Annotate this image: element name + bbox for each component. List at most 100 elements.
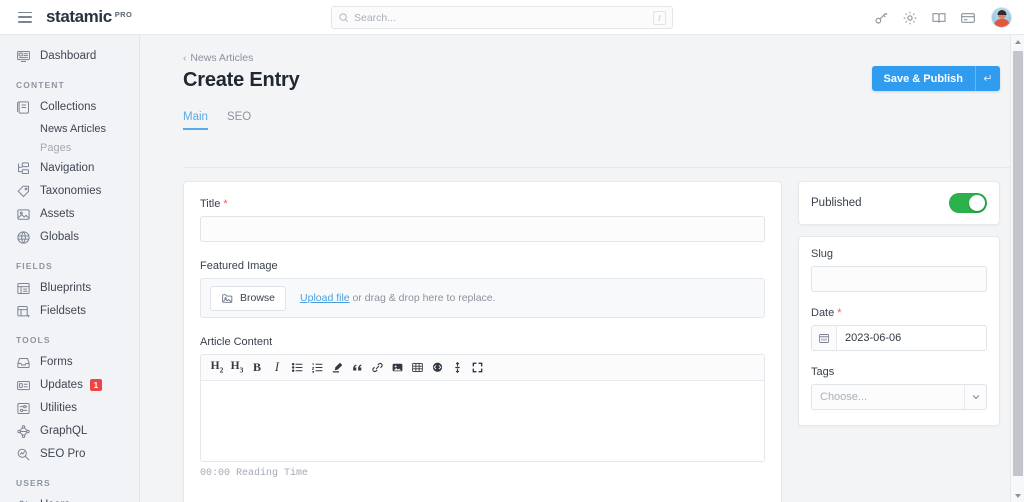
heading-3-button[interactable]: H3 [227,358,247,378]
search-input[interactable] [354,11,653,24]
blockquote-button[interactable] [347,358,367,378]
search-shortcut-key: / [653,10,666,25]
sidebar-item-updates[interactable]: Updates 1 [0,374,139,396]
sidebar: Dashboard CONTENT Collections News Artic… [0,35,140,502]
breadcrumb[interactable]: ‹ News Articles [183,52,253,64]
ordered-list-button[interactable] [307,358,327,378]
fullscreen-button[interactable] [467,358,487,378]
users-icon [19,500,28,502]
title-field-label: Title * [200,198,765,210]
sidebar-item-label: Updates [40,379,83,391]
hamburger-icon[interactable] [18,11,32,23]
sidebar-item-label: News Articles [40,122,107,135]
breadcrumb-label: News Articles [190,52,254,64]
italic-button[interactable]: I [267,358,287,378]
utilities-icon [17,402,30,414]
arrows-vertical-icon [454,361,460,374]
sidebar-item-users[interactable]: Users [0,494,139,502]
tab-bar: Main SEO [183,108,1024,130]
featured-image-label: Featured Image [200,260,765,272]
published-toggle[interactable] [949,193,987,213]
article-content-label: Article Content [200,336,765,348]
tab-seo[interactable]: SEO [227,111,251,130]
seo-icon [17,448,30,460]
entry-meta-card: Slug Date * 2023-06-06 Tags Choose... [798,236,1000,426]
bold-button[interactable]: B [247,358,267,378]
breadcrumb-back-icon: ‹ [183,52,187,64]
expand-icon [472,362,482,373]
sidebar-item-collections[interactable]: Collections [0,96,139,118]
quote-icon [352,364,362,371]
heading-2-button[interactable]: H2 [207,358,227,378]
graphql-icon [17,424,30,438]
image-button[interactable] [387,358,407,378]
slug-input[interactable] [811,266,987,292]
save-button-enter-icon[interactable]: ↵ [975,66,1000,91]
sidebar-item-globals[interactable]: Globals [0,226,139,248]
sidebar-item-utilities[interactable]: Utilities [0,397,139,419]
date-input[interactable]: 2023-06-06 [811,325,987,351]
sidebar-item-navigation[interactable]: Navigation [0,157,139,179]
browse-button[interactable]: Browse [210,285,287,311]
table-icon [411,363,423,372]
tags-field-block: Tags Choose... [811,366,987,410]
link-button[interactable] [367,358,387,378]
sidebar-item-forms[interactable]: Forms [0,351,139,373]
upload-file-link[interactable]: Upload file [300,292,350,304]
image-icon [17,208,30,220]
card-icon[interactable] [960,10,976,26]
tags-select[interactable]: Choose... [811,384,987,410]
highlight-button[interactable] [327,358,347,378]
scrollbar-down-arrow[interactable] [1011,489,1024,502]
sidebar-item-label: Navigation [40,162,95,174]
sidebar-item-blueprints[interactable]: Blueprints [0,277,139,299]
sidebar-item-seo-pro[interactable]: SEO Pro [0,443,139,465]
sidebar-scrollbar[interactable] [1010,35,1024,502]
sidebar-item-fieldsets[interactable]: Fieldsets [0,300,139,322]
sidebar-heading-fields: FIELDS [16,261,53,271]
gear-icon[interactable] [902,10,918,26]
book-icon[interactable] [931,10,947,26]
date-label: Date * [811,307,987,319]
scrollbar-thumb[interactable] [1013,51,1023,476]
published-label: Published [811,197,862,209]
save-button-label: Save & Publish [883,72,963,85]
entry-form-card: Title * Featured Image Browse Upload fil… [183,181,782,502]
slug-label: Slug [811,248,987,260]
editor-content-area[interactable] [201,381,764,461]
table-button[interactable] [407,358,427,378]
sidebar-item-label: Collections [40,101,97,113]
highlighter-icon [332,362,342,373]
scrollbar-up-arrow[interactable] [1011,35,1024,48]
title-label-text: Title [200,198,221,210]
sidebar-item-graphql[interactable]: GraphQL [0,420,139,442]
tab-main[interactable]: Main [183,111,208,130]
sidebar-item-pages[interactable]: Pages [0,138,139,157]
forms-icon [17,357,30,368]
title-input[interactable] [200,216,765,242]
horizontal-rule-button[interactable] [447,358,467,378]
sidebar-item-dashboard[interactable]: Dashboard [0,45,139,67]
date-field-block: Date * 2023-06-06 [811,307,987,351]
navigation-icon [18,161,29,174]
sidebar-item-label: Pages [40,141,72,154]
brand-name: statamic [46,7,112,26]
global-search[interactable]: / [331,6,673,29]
save-and-publish-button[interactable]: Save & Publish ↵ [871,66,1000,91]
code-button[interactable] [427,358,447,378]
sidebar-item-news-articles[interactable]: News Articles [0,119,139,138]
avatar[interactable] [991,7,1012,28]
sidebar-item-label: Taxonomies [40,185,102,197]
key-icon[interactable] [873,10,889,26]
brand-logo[interactable]: statamic PRO [46,7,132,27]
dropzone-hint: or drag & drop here to replace. [349,292,496,304]
sidebar-item-label: Blueprints [40,282,92,294]
sidebar-heading-users: USERS [16,478,51,488]
link-icon [371,362,383,373]
bullet-list-button[interactable] [287,358,307,378]
featured-image-dropzone[interactable]: Browse Upload file or drag & drop here t… [200,278,765,318]
chevron-down-icon[interactable] [964,385,986,409]
sidebar-item-assets[interactable]: Assets [0,203,139,225]
globe-icon [17,230,30,244]
sidebar-item-taxonomies[interactable]: Taxonomies [0,180,139,202]
